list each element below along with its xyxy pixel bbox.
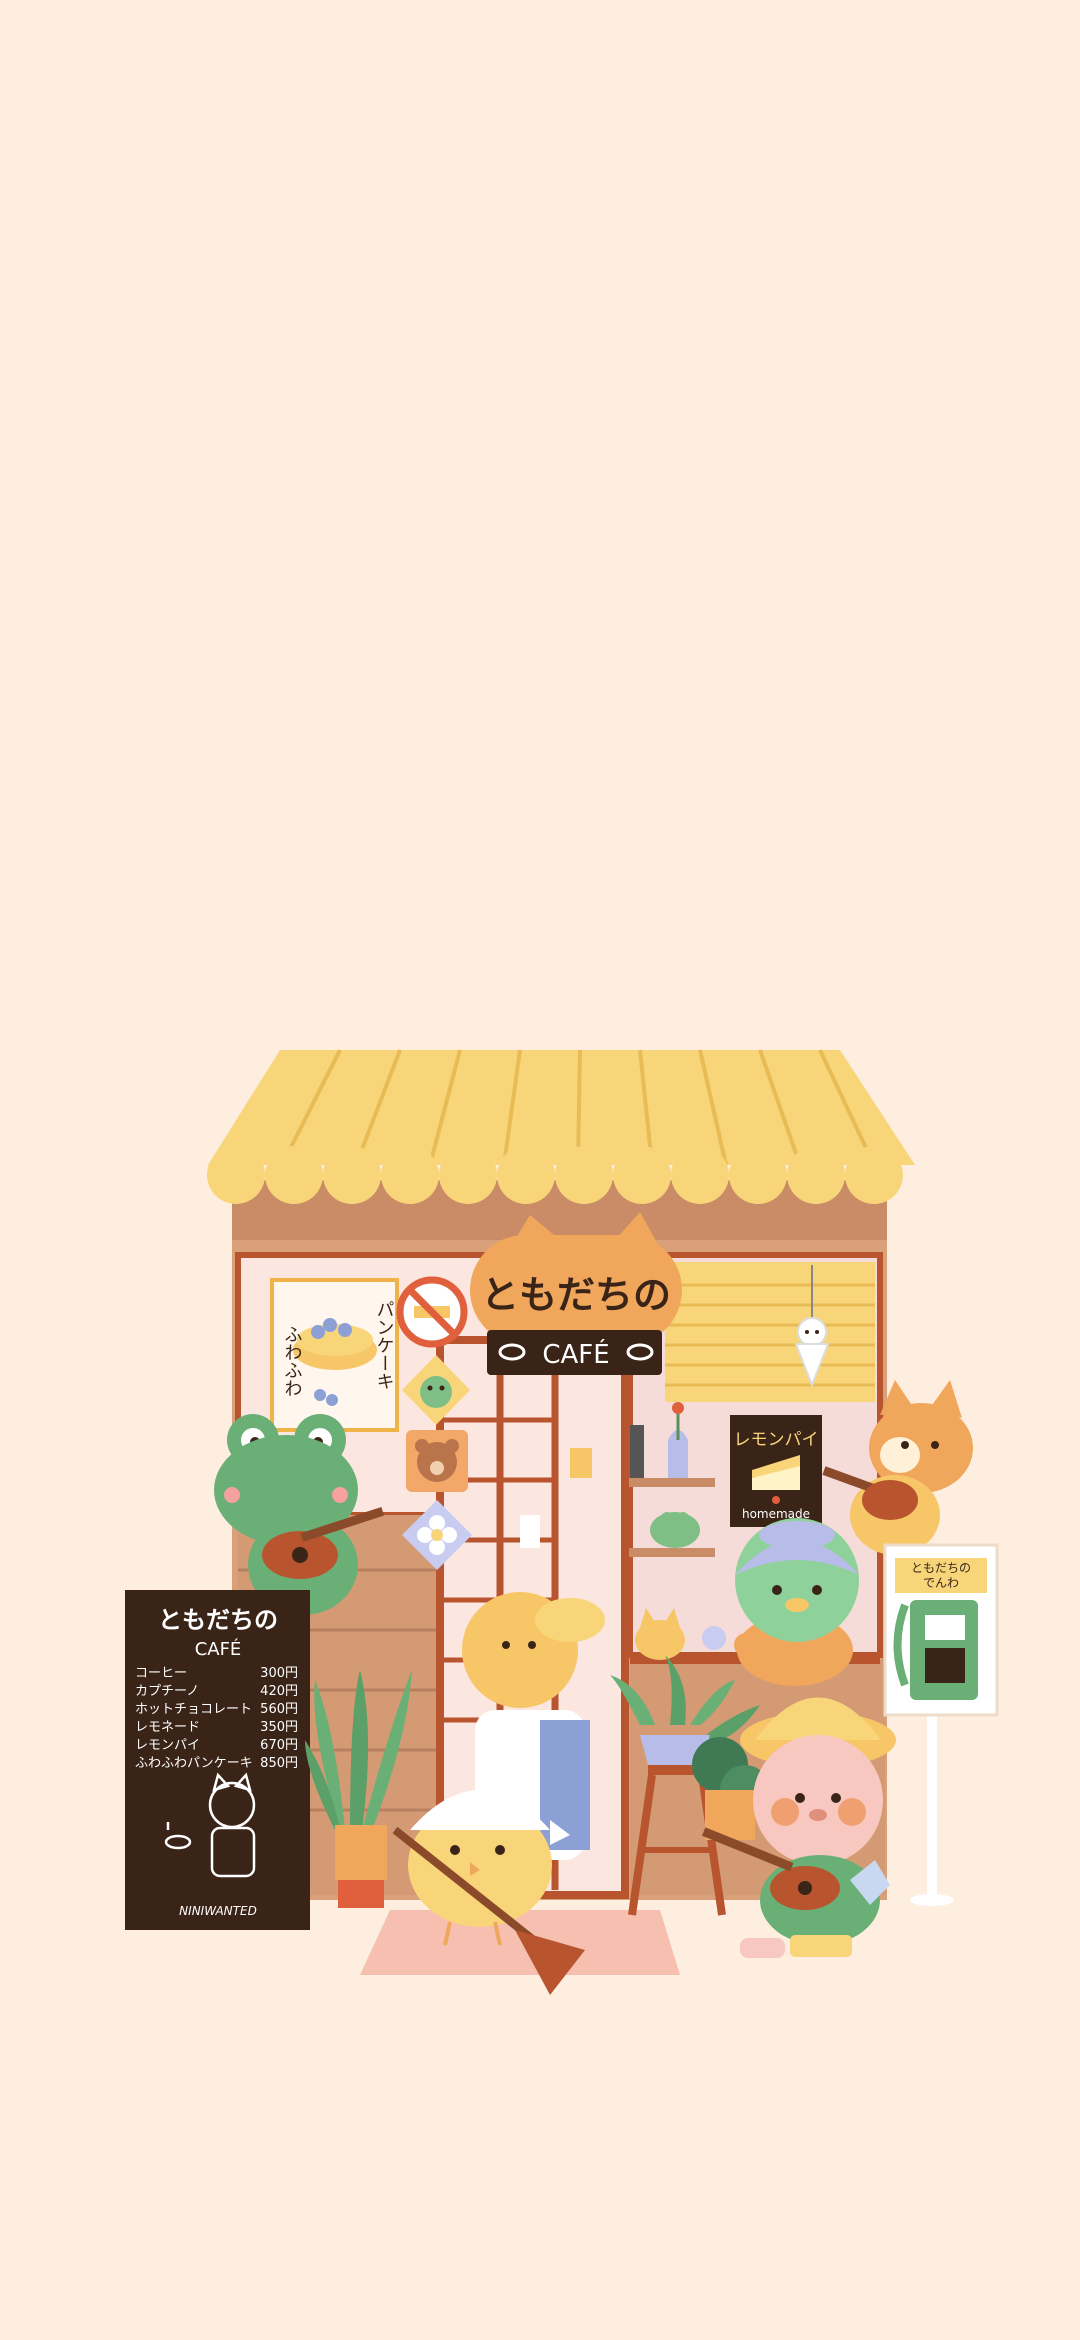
menu-item-price: 850円: [260, 1756, 298, 1771]
no-smoking-icon: [396, 1276, 468, 1348]
cafe-sign-subtitle: CAFÉ: [542, 1338, 609, 1370]
cafe-sign-title: ともだちの: [481, 1273, 671, 1317]
menu-item-price: 420円: [260, 1684, 298, 1699]
door-mat: [360, 1910, 680, 1975]
menu-title-line2: CAFÉ: [195, 1638, 242, 1660]
lemon-pie-poster: レモンパイ homemade: [730, 1415, 822, 1527]
poster-text-pancake: パンケーキ: [374, 1300, 395, 1390]
bear-icon: [406, 1430, 468, 1492]
awning: [207, 1049, 915, 1204]
menu-item-price: 670円: [260, 1738, 298, 1753]
menu-item-name: レモネード: [135, 1720, 200, 1735]
menu-item-price: 300円: [260, 1666, 298, 1681]
lemon-pie-title: レモンパイ: [734, 1430, 819, 1450]
phone-booth: ともだちの でんわ: [883, 1543, 999, 1906]
phone-sign-line2: でんわ: [923, 1576, 959, 1590]
phone-sign-line1: ともだちの: [911, 1561, 971, 1575]
menu-item-name: カプチーノ: [135, 1684, 199, 1699]
pancake-poster: パンケーキ ふわふわ: [270, 1278, 399, 1432]
menu-title-line1: ともだちの: [158, 1606, 278, 1634]
menu-board: ともだちの CAFÉ コーヒー 300円 カプチーノ 420円 ホットチョコレー…: [125, 1590, 310, 1930]
menu-item-price: 350円: [260, 1720, 298, 1735]
menu-item-price: 560円: [260, 1702, 298, 1717]
menu-item-name: ホットチョコレート: [135, 1702, 252, 1717]
kappa-character: [735, 1518, 859, 1686]
window-blinds: [665, 1262, 875, 1402]
menu-item-name: レモンパイ: [135, 1738, 200, 1753]
menu-item-name: ふわふわパンケーキ: [135, 1756, 253, 1771]
cafe-illustration: パンケーキ ふわふわ ともだちの CAFÉ レモンパイ homemade ともだ…: [125, 1049, 999, 1995]
menu-credit: NINIWANTED: [179, 1904, 257, 1918]
menu-item-name: コーヒー: [135, 1666, 187, 1681]
poster-text-fuwafuwa: ふわふわ: [282, 1325, 303, 1397]
